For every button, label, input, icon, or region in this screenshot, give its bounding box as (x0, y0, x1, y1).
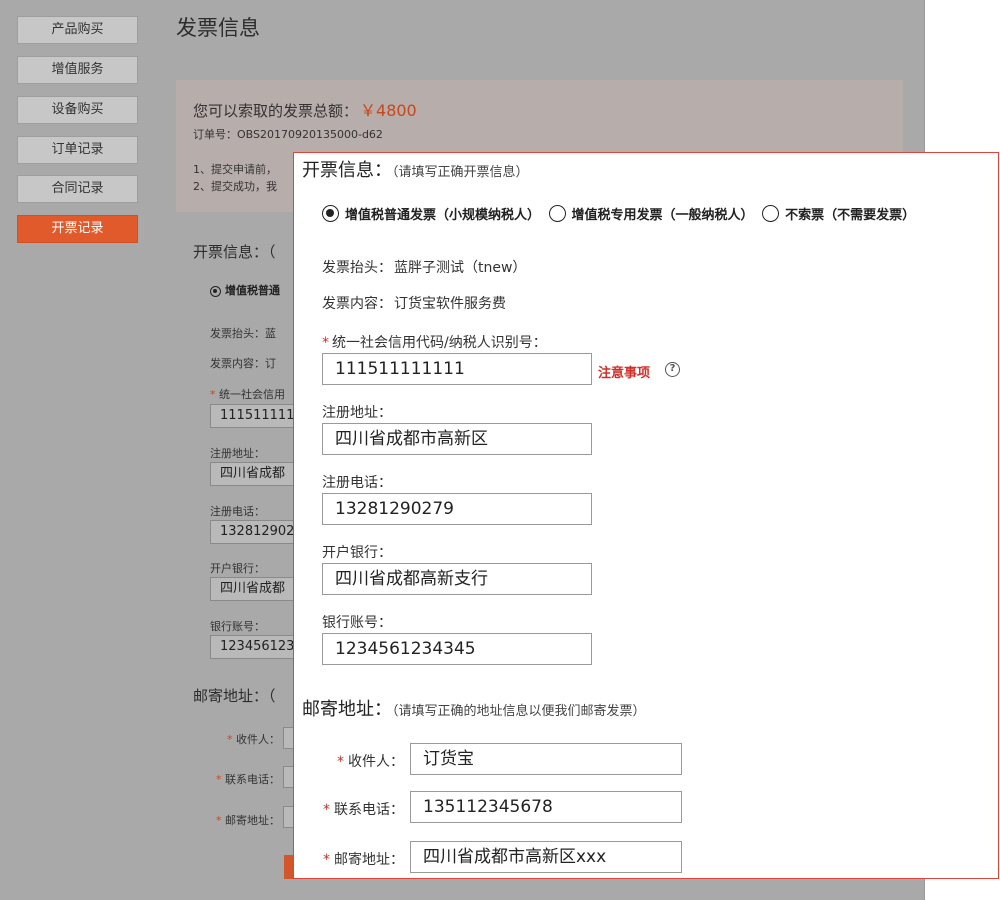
radio-checked-icon (210, 286, 221, 297)
reg-phone-input[interactable]: 13281290279 (322, 493, 592, 525)
bg-invoice-section-title: 开票信息：（ (193, 243, 276, 261)
notice-link[interactable]: 注意事项 (598, 362, 650, 381)
invoice-header-row: 发票抬头： 蓝胖子测试（tnew） (322, 257, 526, 277)
account-input[interactable]: 1234561234345 (322, 633, 592, 665)
bg-credit-label: * 统一社会信用 (210, 388, 285, 401)
credit-code-label: * 统一社会信用代码/纳税人识别号： (322, 335, 547, 351)
reg-address-label: 注册地址： (322, 405, 392, 421)
mail-address-input[interactable]: 四川省成都市高新区xxx (410, 841, 682, 873)
order-number: 订单号：OBS20170920135000-d62 (193, 128, 383, 141)
bg-recipient-label: * 收件人： (227, 733, 280, 746)
bank-input[interactable]: 四川省成都高新支行 (322, 563, 592, 595)
contact-phone-input[interactable]: 135112345678 (410, 791, 682, 823)
note-line: 1、提交申请前， (193, 163, 277, 176)
invoice-content-row: 发票内容： 订货宝软件服务费 (322, 293, 506, 313)
bg-content-label: 发票内容：订 (210, 357, 276, 370)
bg-address-label: * 邮寄地址： (216, 814, 280, 827)
reg-address-input[interactable]: 四川省成都市高新区 (322, 423, 592, 455)
invoice-type-group: 增值税普通发票（小规模纳税人） 增值税专用发票（一般纳税人） 不索票（不需要发票… (322, 204, 919, 223)
radio-special-invoice[interactable]: 增值税专用发票（一般纳税人） (548, 204, 754, 223)
sidebar-item-invoices[interactable]: 开票记录 (17, 215, 138, 243)
invoice-amount: 您可以索取的发票总额： ￥4800 (193, 97, 417, 121)
sidebar-item-value-added[interactable]: 增值服务 (17, 56, 138, 84)
sidebar-item-orders[interactable]: 订单记录 (17, 136, 138, 164)
radio-general-label: 增值税普通发票（小规模纳税人） (345, 208, 541, 223)
bg-reg-address-label: 注册地址： (210, 447, 265, 460)
radio-unchecked-icon (762, 205, 780, 222)
invoice-content-label: 发票内容： (322, 296, 392, 312)
bg-bank-label: 开户银行： (210, 562, 265, 575)
bg-header-label: 发票抬头：蓝 (210, 327, 276, 340)
bg-phone-label: * 联系电话： (216, 773, 280, 786)
bg-radio-general[interactable]: 增值税普通 (210, 282, 280, 298)
invoice-section-hint: （请填写正确开票信息） (392, 165, 529, 180)
bg-mail-section-title: 邮寄地址：（ (193, 687, 276, 705)
reg-phone-label: 注册电话： (322, 475, 392, 491)
amount-value: ￥4800 (360, 101, 417, 120)
question-circle-icon[interactable]: ? (665, 362, 680, 377)
amount-label: 您可以索取的发票总额： (193, 102, 359, 120)
radio-unchecked-icon (548, 205, 566, 222)
recipient-input[interactable]: 订货宝 (410, 743, 682, 775)
page-title: 发票信息 (176, 16, 260, 40)
recipient-label: * 收件人： (337, 754, 404, 770)
mail-address-label: * 邮寄地址： (323, 852, 404, 868)
bg-radio-label: 增值税普通 (225, 284, 280, 297)
radio-checked-icon (322, 205, 339, 222)
radio-no-invoice[interactable]: 不索票（不需要发票） (762, 204, 915, 223)
radio-general-invoice[interactable]: 增值税普通发票（小规模纳税人） (322, 204, 540, 223)
sidebar-item-product-purchase[interactable]: 产品购买 (17, 16, 138, 44)
credit-code-input[interactable]: 111511111111 (322, 353, 592, 385)
radio-no-invoice-label: 不索票（不需要发票） (785, 208, 916, 223)
invoice-content-value: 订货宝软件服务费 (394, 296, 506, 312)
mail-section-title: 邮寄地址：（请填写正确的地址信息以便我们邮寄发票） (302, 699, 646, 720)
note-line: 2、提交成功，我 (193, 180, 277, 193)
invoice-section-title: 开票信息：（请填写正确开票信息） (302, 160, 529, 181)
radio-special-label: 增值税专用发票（一般纳税人） (571, 208, 754, 223)
bg-reg-phone-label: 注册电话： (210, 505, 265, 518)
bank-label: 开户银行： (322, 545, 392, 561)
contact-phone-label: * 联系电话： (323, 802, 404, 818)
mail-section-hint: （请填写正确的地址信息以便我们邮寄发票） (392, 704, 646, 719)
sidebar-item-contracts[interactable]: 合同记录 (17, 175, 138, 203)
invoice-header-value: 蓝胖子测试（tnew） (394, 260, 527, 276)
invoice-form-zoom: 开票信息：（请填写正确开票信息） 增值税普通发票（小规模纳税人） 增值税专用发票… (293, 152, 999, 879)
account-label: 银行账号： (322, 615, 392, 631)
invoice-header-label: 发票抬头： (322, 260, 392, 276)
sidebar-item-device-purchase[interactable]: 设备购买 (17, 96, 138, 124)
bg-account-label: 银行账号： (210, 620, 265, 633)
